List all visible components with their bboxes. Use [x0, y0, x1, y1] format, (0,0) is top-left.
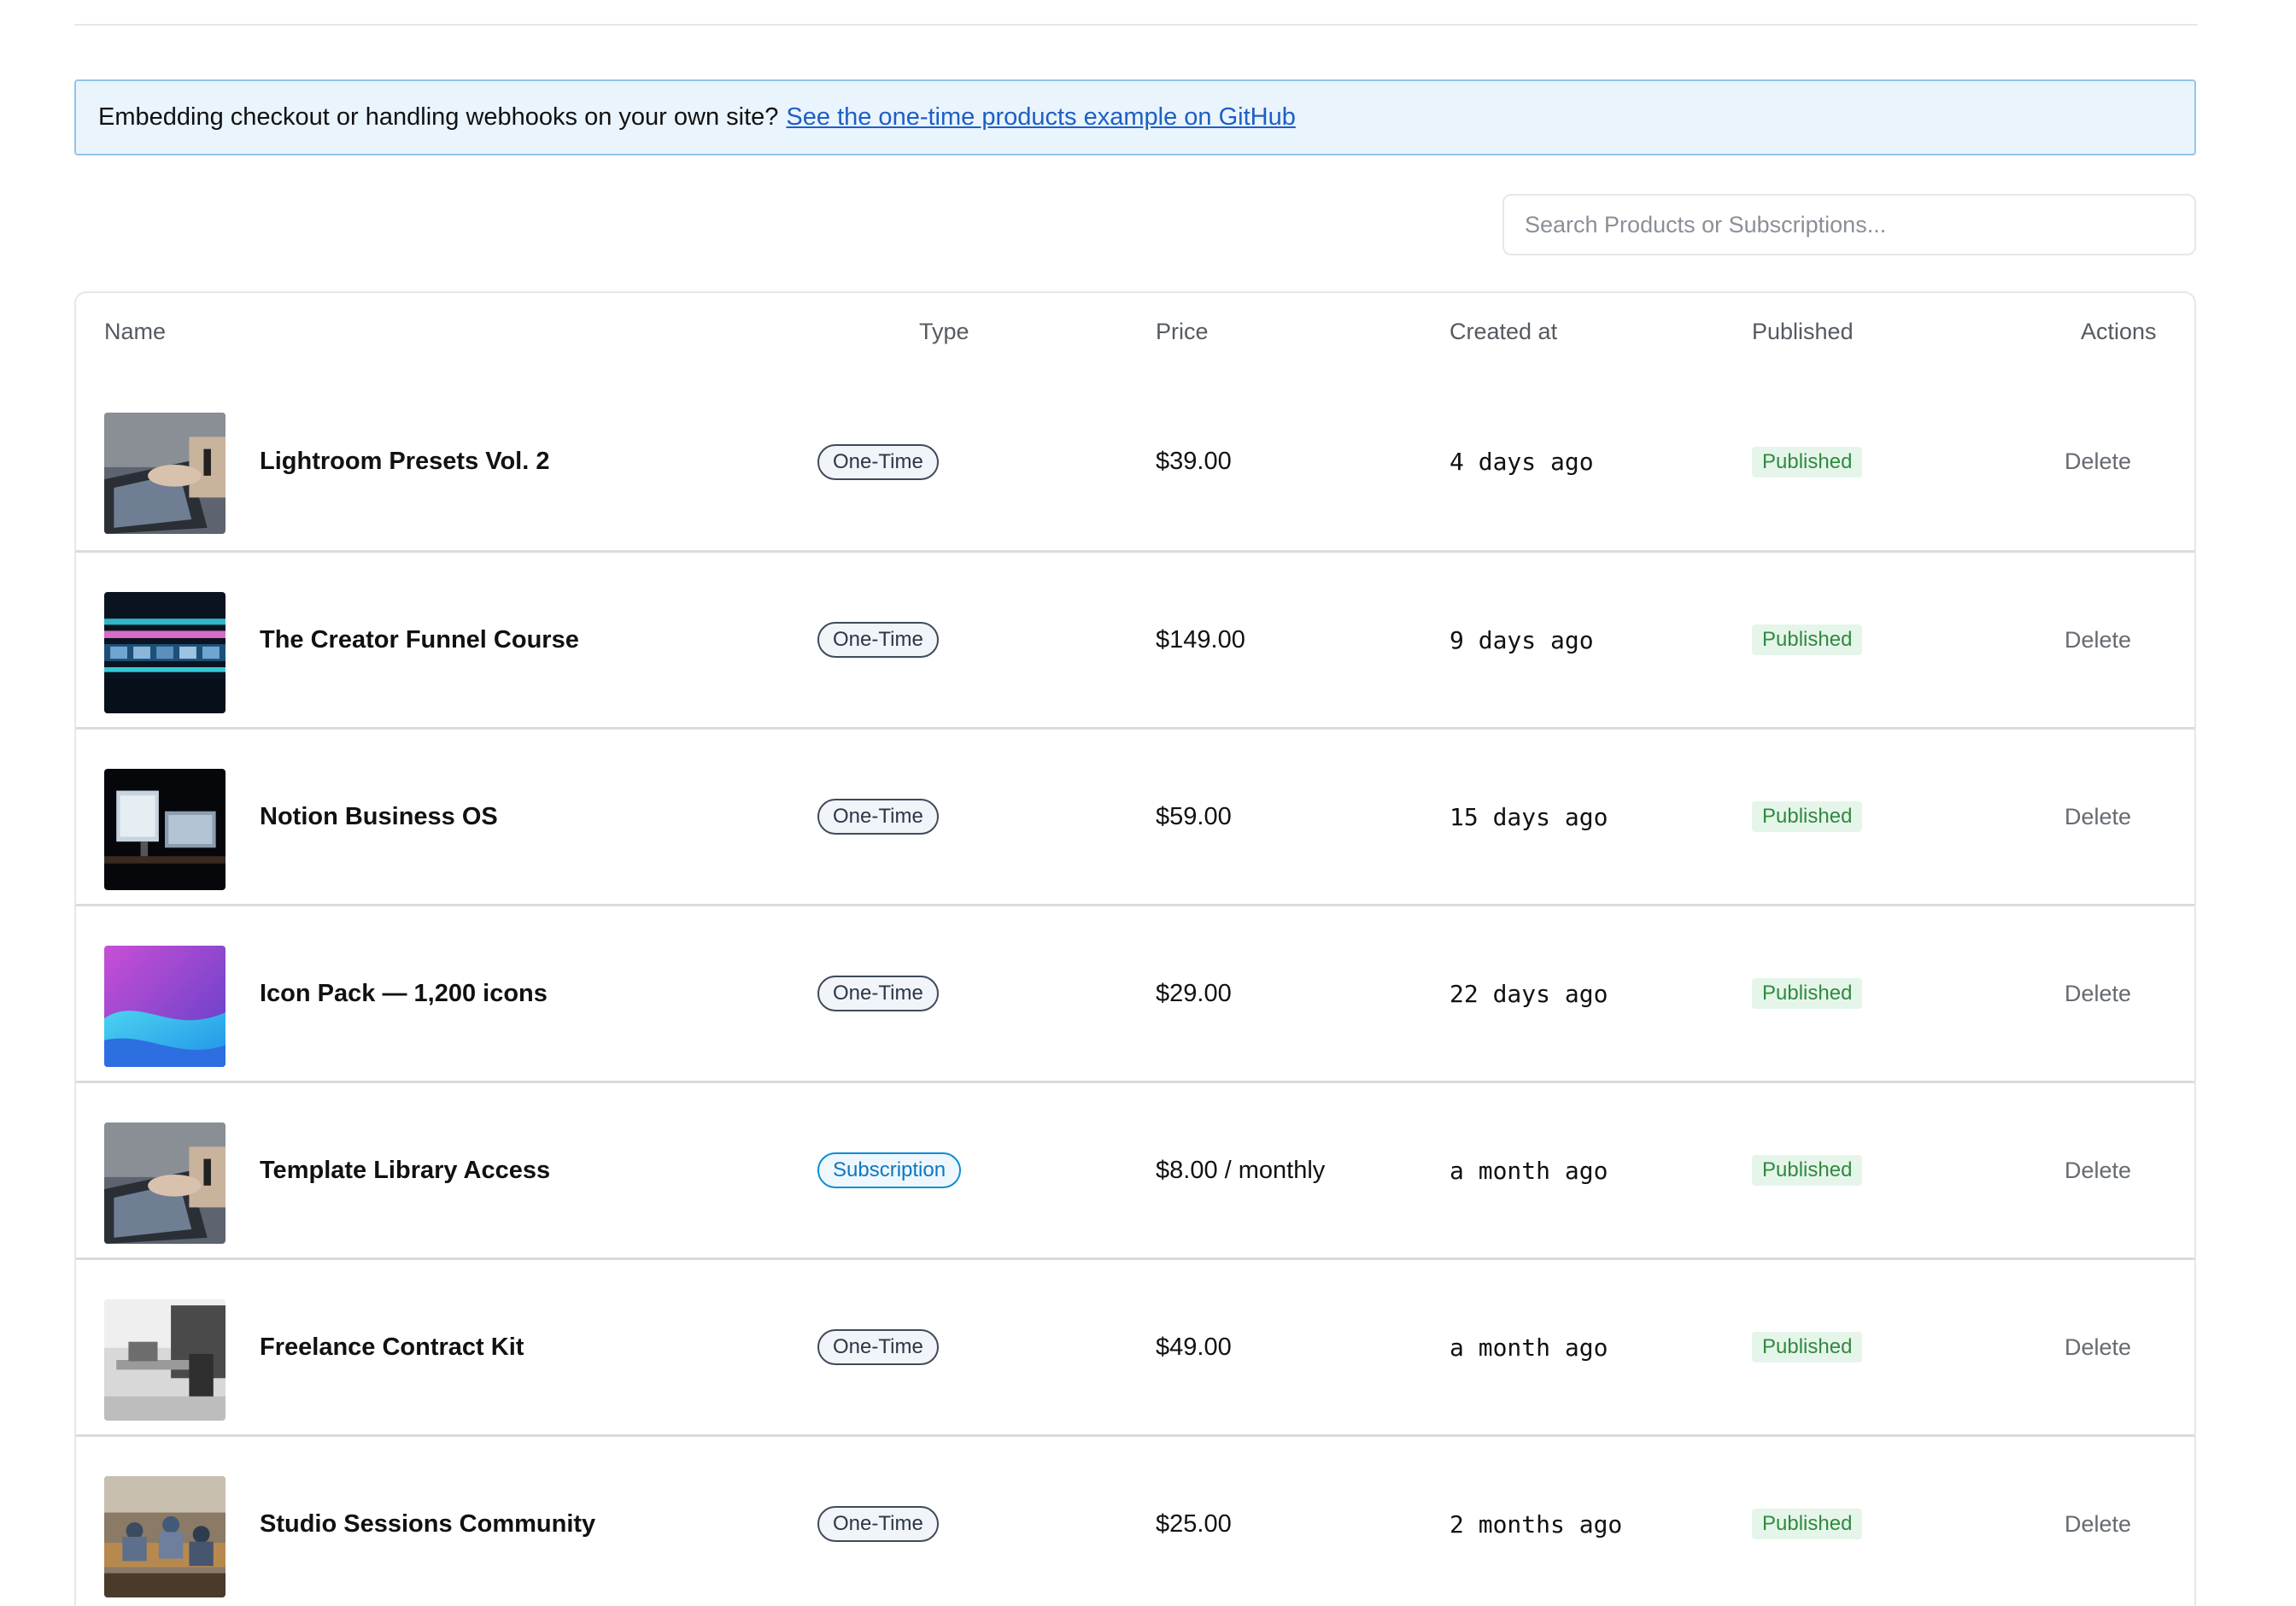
product-thumbnail [104, 413, 226, 534]
product-name[interactable]: Freelance Contract Kit [260, 1260, 524, 1434]
product-name[interactable]: Lightroom Presets Vol. 2 [260, 373, 549, 550]
product-thumbnail [104, 946, 226, 1067]
column-header-published[interactable]: Published [1752, 319, 1854, 345]
price-value: $59.00 [1156, 802, 1232, 830]
product-name[interactable]: Studio Sessions Community [260, 1437, 595, 1606]
table-body: Lightroom Presets Vol. 2 One-Time $39.00 4 … [76, 373, 2194, 1606]
created-at-value: a month ago [1450, 1156, 1608, 1185]
created-at-value: 2 months ago [1450, 1509, 1623, 1539]
table-header: Name Type Price Created at Published Act… [76, 293, 2194, 373]
product-name[interactable]: The Creator Funnel Course [260, 553, 579, 727]
created-at-value: 15 days ago [1450, 802, 1608, 831]
price-value: $39.00 [1156, 448, 1232, 475]
delete-button[interactable]: Delete [2065, 553, 2131, 727]
product-thumbnail [104, 592, 226, 713]
delete-button[interactable]: Delete [2065, 1260, 2131, 1434]
price-value: $149.00 [1156, 625, 1245, 654]
column-header-created-at[interactable]: Created at [1450, 319, 1557, 345]
product-name[interactable]: Notion Business OS [260, 730, 498, 904]
delete-button[interactable]: Delete [2065, 1437, 2131, 1606]
type-badge: One-Time [817, 799, 939, 835]
table-row[interactable]: The Creator Funnel Course One-Time $149.00… [76, 550, 2194, 727]
type-badge: One-Time [817, 443, 939, 480]
type-badge: One-Time [817, 1506, 939, 1542]
type-badge: One-Time [817, 622, 939, 658]
table-row[interactable]: Freelance Contract Kit One-Time $49.00 a mo… [76, 1257, 2194, 1434]
info-banner: Embedding checkout or handling webhooks … [74, 79, 2196, 155]
column-header-name[interactable]: Name [104, 319, 166, 345]
type-badge: Subscription [817, 1152, 962, 1188]
table-row[interactable]: Template Library Access Subscription $8.00… [76, 1081, 2194, 1257]
created-at-value: a month ago [1450, 1333, 1608, 1362]
published-status-badge: Published [1752, 1332, 1863, 1363]
delete-button[interactable]: Delete [2065, 906, 2131, 1081]
type-badge: One-Time [817, 1329, 939, 1365]
created-at-value: 4 days ago [1450, 448, 1594, 476]
table-row[interactable]: Notion Business OS One-Time $59.00 15 days … [76, 727, 2194, 904]
product-thumbnail [104, 1476, 226, 1597]
created-at-value: 22 days ago [1450, 979, 1608, 1008]
info-banner-text: Embedding checkout or handling webhooks … [98, 103, 779, 131]
table-row[interactable]: Lightroom Presets Vol. 2 One-Time $39.00 4 … [76, 373, 2194, 550]
products-table: Name Type Price Created at Published Act… [74, 291, 2196, 1606]
published-status-badge: Published [1752, 1155, 1863, 1186]
page: Embedding checkout or handling webhooks … [0, 0, 2296, 1606]
search-input[interactable] [1502, 194, 2196, 255]
column-header-price[interactable]: Price [1156, 319, 1209, 345]
delete-button[interactable]: Delete [2065, 1083, 2131, 1257]
price-value: $8.00 / monthly [1156, 1156, 1326, 1184]
published-status-badge: Published [1752, 624, 1863, 655]
github-example-link[interactable]: See the one-time products example on Git… [786, 103, 1295, 132]
column-header-type[interactable]: Type [919, 319, 969, 345]
column-header-actions: Actions [2081, 319, 2157, 344]
table-row[interactable]: Icon Pack — 1,200 icons One-Time $29.00 22 … [76, 904, 2194, 1081]
product-thumbnail [104, 1299, 226, 1421]
product-thumbnail [104, 1122, 226, 1244]
product-thumbnail [104, 769, 226, 890]
published-status-badge: Published [1752, 978, 1863, 1009]
price-value: $49.00 [1156, 1333, 1232, 1361]
price-value: $25.00 [1156, 1509, 1232, 1538]
type-badge: One-Time [817, 976, 939, 1011]
product-name[interactable]: Icon Pack — 1,200 icons [260, 906, 548, 1081]
delete-button[interactable]: Delete [2065, 373, 2131, 550]
product-name[interactable]: Template Library Access [260, 1083, 550, 1257]
delete-button[interactable]: Delete [2065, 730, 2131, 904]
created-at-value: 9 days ago [1450, 625, 1594, 654]
divider [74, 24, 2198, 26]
published-status-badge: Published [1752, 446, 1863, 478]
table-row[interactable]: Studio Sessions Community One-Time $25.00 2… [76, 1434, 2194, 1606]
price-value: $29.00 [1156, 979, 1232, 1007]
published-status-badge: Published [1752, 1509, 1863, 1539]
published-status-badge: Published [1752, 801, 1863, 832]
